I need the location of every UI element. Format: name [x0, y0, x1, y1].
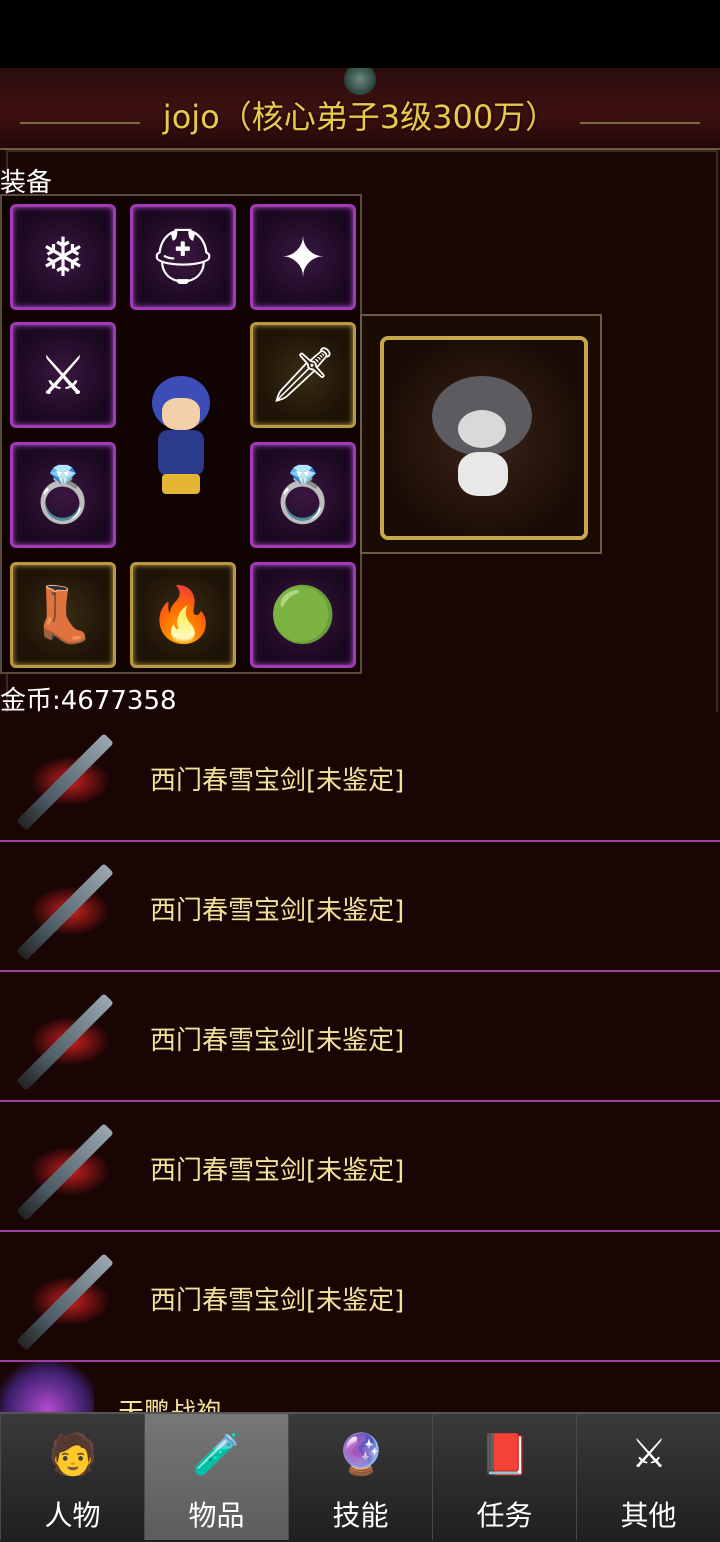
equip-slot-boots[interactable]: 👢 — [10, 562, 116, 668]
list-item[interactable]: 西门春雪宝剑[未鉴定] — [0, 842, 720, 972]
sword-icon — [10, 856, 120, 966]
list-item[interactable]: 西门春雪宝剑[未鉴定] — [0, 1102, 720, 1232]
ring-icon: 💍 — [269, 463, 337, 526]
pet-panel[interactable] — [360, 314, 602, 554]
item-name: 西门春雪宝剑[未鉴定] — [150, 1156, 405, 1186]
equip-slot-offhand[interactable]: 🗡 — [250, 322, 356, 428]
equip-slot-ring-left[interactable]: 💍 — [10, 442, 116, 548]
tab-skills[interactable]: 🔮 技能 — [288, 1414, 433, 1540]
tab-label: 技能 — [332, 1499, 389, 1532]
tab-label: 其他 — [620, 1499, 677, 1532]
tab-character[interactable]: 🧑 人物 — [0, 1414, 145, 1540]
bottom-tab-bar: 🧑 人物 🧪 物品 🔮 技能 📕 任务 ⚔ 其他 — [0, 1412, 720, 1542]
pet-slot — [380, 336, 588, 540]
tab-label: 任务 — [476, 1499, 533, 1532]
list-item[interactable]: 西门春雪宝剑[未鉴定] — [0, 972, 720, 1102]
tab-items[interactable]: 🧪 物品 — [144, 1414, 289, 1540]
sword-icon — [10, 1116, 120, 1226]
equip-slot-ring-right[interactable]: 💍 — [250, 442, 356, 548]
sword-icon: 🗡 — [268, 343, 338, 406]
boots-icon: 👢 — [29, 583, 97, 646]
equip-slot-armor[interactable]: 🔥 — [130, 562, 236, 668]
sword-icon — [10, 1246, 120, 1356]
item-name: 西门春雪宝剑[未鉴定] — [150, 766, 405, 796]
panda-pet-icon — [432, 376, 532, 496]
tab-label: 人物 — [44, 1499, 101, 1532]
title-bar: jojo（核心弟子3级300万） — [0, 68, 720, 150]
tab-other[interactable]: ⚔ 其他 — [576, 1414, 720, 1540]
equip-slot-helmet[interactable]: ⛑ — [130, 204, 236, 310]
avatar-face — [162, 398, 200, 430]
tab-quests[interactable]: 📕 任务 — [432, 1414, 577, 1540]
skill-orb-icon: 🔮 — [336, 1431, 386, 1478]
ring-icon: 💍 — [29, 463, 97, 526]
character-title: jojo（核心弟子3级300万） — [162, 98, 558, 136]
avatar-body — [158, 430, 204, 476]
equip-slot-gem[interactable]: 🟢 — [250, 562, 356, 668]
helmet-icon: ⛑ — [148, 225, 218, 288]
misc-swords-icon: ⚔ — [631, 1431, 667, 1477]
equip-slot-shoulder[interactable]: ❄ — [10, 204, 116, 310]
necklace-icon: ✦ — [280, 225, 326, 289]
sword-icon — [10, 986, 120, 1096]
avatar-legs — [162, 474, 200, 494]
quest-book-icon: 📕 — [480, 1431, 530, 1478]
list-item[interactable]: 西门春雪宝剑[未鉴定] — [0, 1232, 720, 1362]
item-name: 西门春雪宝剑[未鉴定] — [150, 896, 405, 926]
game-screen: jojo（核心弟子3级300万） 装备 ❄ ⛑ ✦ ⚔ 🗡 💍 💍 👢 🔥 🟢 … — [0, 68, 720, 1540]
sword-icon — [10, 726, 120, 836]
tab-label: 物品 — [188, 1499, 245, 1532]
pet-belly — [458, 452, 508, 496]
ice-shoulder-icon: ❄ — [40, 225, 86, 289]
character-icon: 🧑 — [48, 1431, 98, 1478]
equip-slot-weapon[interactable]: ⚔ — [10, 322, 116, 428]
potion-icon: 🧪 — [192, 1431, 242, 1478]
equip-slot-necklace[interactable]: ✦ — [250, 204, 356, 310]
equipment-grid: ❄ ⛑ ✦ ⚔ 🗡 💍 💍 👢 🔥 🟢 — [0, 194, 362, 674]
flame-armor-icon: 🔥 — [149, 583, 217, 646]
character-avatar — [142, 376, 222, 496]
list-item[interactable]: 西门春雪宝剑[未鉴定] — [0, 712, 720, 842]
item-name: 西门春雪宝剑[未鉴定] — [150, 1026, 405, 1056]
green-gem-icon: 🟢 — [269, 583, 337, 646]
pet-muzzle — [458, 410, 506, 448]
dragon-blade-icon: ⚔ — [38, 343, 88, 407]
item-name: 西门春雪宝剑[未鉴定] — [150, 1286, 405, 1316]
